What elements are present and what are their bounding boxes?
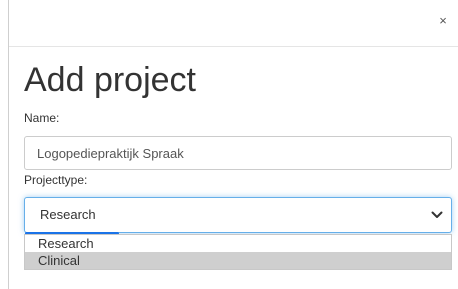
- option-research[interactable]: Research: [25, 235, 451, 252]
- projecttype-label: Projecttype:: [24, 173, 88, 187]
- projecttype-select[interactable]: Research: [24, 197, 452, 233]
- name-label: Name:: [24, 111, 60, 125]
- modal-title: Add project: [24, 61, 196, 99]
- close-icon[interactable]: ×: [436, 14, 450, 28]
- option-clinical[interactable]: Clinical: [25, 252, 451, 269]
- chevron-down-icon: [431, 211, 443, 218]
- add-project-modal: × Add project Name: Projecttype: Researc…: [8, 0, 458, 289]
- modal-header: ×: [9, 0, 458, 47]
- projecttype-selected-value: Research: [40, 207, 96, 222]
- name-input[interactable]: [24, 136, 452, 170]
- projecttype-dropdown-list: Research Clinical: [24, 234, 452, 270]
